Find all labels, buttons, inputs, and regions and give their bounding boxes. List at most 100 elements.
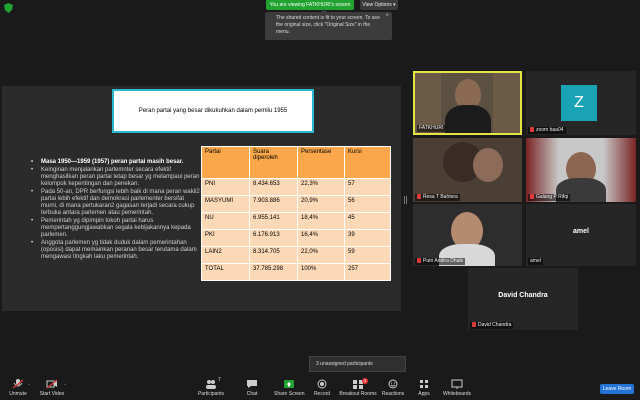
avatar: Z <box>561 85 597 121</box>
start-video-button[interactable]: Start Video <box>38 379 66 397</box>
muted-mic-icon <box>417 194 421 199</box>
video-tile-david[interactable]: David Chandra David Chandra <box>468 268 578 330</box>
table-cell: 7.903.886 <box>249 195 298 213</box>
table-cell: 59 <box>344 246 391 264</box>
muted-mic-icon <box>472 322 476 327</box>
table-cell: TOTAL <box>201 263 250 281</box>
chevron-up-icon[interactable]: ^ <box>64 382 66 387</box>
election-results-table: Partai Suara diperoleh Persentase Kursi … <box>201 146 391 281</box>
zoom-meeting-window: You are viewing FATKHURI's screen View O… <box>0 0 640 400</box>
table-cell: 45 <box>344 212 391 230</box>
participants-button[interactable]: Participants <box>196 379 226 397</box>
bullet-item: Masa 1950—1959 (1957) peran partai masih… <box>31 159 202 166</box>
video-tile-galang[interactable]: Galang P Rifqi <box>526 138 636 202</box>
muted-mic-icon <box>12 379 24 389</box>
slide-bullets: Masa 1950—1959 (1957) peran partai masih… <box>31 159 202 262</box>
screen-share-banner: You are viewing FATKHURI's screen <box>266 0 354 10</box>
video-tile-putri[interactable]: Putri Andira Dhabi <box>413 204 522 266</box>
table-row: LAIN2 8.314.705 22,0% 59 <box>201 246 391 264</box>
participant-name: David Chandra <box>470 322 514 329</box>
table-header-row: Partai Suara diperoleh Persentase Kursi <box>201 146 391 179</box>
table-cell: 22,3% <box>297 178 345 196</box>
record-button[interactable]: Record <box>310 379 334 397</box>
view-options-button[interactable]: View Options ▾ <box>360 0 398 10</box>
table-cell: 22,0% <box>297 246 345 264</box>
fit-to-screen-tooltip: The shared content is fit to your screen… <box>265 9 392 40</box>
reactions-button[interactable]: Reactions <box>380 379 406 397</box>
table-cell: PKI <box>201 229 250 247</box>
table-cell: 56 <box>344 195 391 213</box>
table-cell: MASYUMI <box>201 195 250 213</box>
participant-name: Galang P Rifqi <box>528 194 571 201</box>
bullet-item: Anggota parlemen yg tidak duduk dalam pe… <box>31 240 202 261</box>
participant-name: zoom baa04 <box>528 127 566 134</box>
column-header: Kursi <box>344 146 391 179</box>
participant-display-name: amel <box>573 228 589 235</box>
shared-screen-slide: Peran partai yang besar dikukuhkan dalam… <box>2 86 401 311</box>
participant-name: Putri Andira Dhabi <box>415 258 466 265</box>
participant-name: Resa T Bahtera <box>415 194 460 201</box>
participant-name: amel <box>528 258 543 265</box>
table-row: PNI 8.434.653 22,3% 57 <box>201 178 391 196</box>
panel-resize-handle[interactable] <box>404 196 407 204</box>
leave-room-button[interactable]: Leave Room <box>600 384 634 394</box>
table-cell: 8.314.705 <box>249 246 298 264</box>
table-cell: 39 <box>344 229 391 247</box>
video-tile-amel[interactable]: amel amel <box>526 204 636 266</box>
breakout-rooms-button[interactable]: Breakout Rooms <box>338 379 378 397</box>
video-tile-zoom-baa04[interactable]: Z zoom baa04 <box>526 71 636 135</box>
column-header: Partai <box>201 146 250 179</box>
video-off-icon <box>46 379 58 389</box>
table-cell: NU <box>201 212 250 230</box>
video-tile-resa[interactable]: Resa T Bahtera <box>413 138 522 202</box>
muted-mic-icon <box>530 194 534 199</box>
whiteboards-button[interactable]: Whiteboards <box>442 379 472 397</box>
meeting-toolbar: Unmute ^ Start Video ^ Participants 7 Ch… <box>0 376 640 400</box>
table-cell: 18,4% <box>297 212 345 230</box>
close-icon[interactable]: × <box>385 13 389 20</box>
slide-title: Peran partai yang besar dikukuhkan dalam… <box>112 89 314 133</box>
column-header: Persentase <box>297 146 345 179</box>
participants-count: 7 <box>218 377 221 383</box>
apps-icon <box>420 380 428 388</box>
table-cell: 57 <box>344 178 391 196</box>
table-cell: 257 <box>344 263 391 281</box>
table-cell: PNI <box>201 178 250 196</box>
breakout-badge: 3 <box>362 378 368 384</box>
muted-mic-icon <box>417 258 421 263</box>
table-cell: 16,4% <box>297 229 345 247</box>
whiteboard-icon <box>451 379 463 389</box>
chat-button[interactable]: Chat <box>242 379 262 397</box>
record-icon <box>317 379 327 389</box>
bullet-item: Pada 50-an, DPR berfungsi lebih baik di … <box>31 189 202 217</box>
share-screen-button[interactable]: Share Screen <box>274 379 305 397</box>
apps-button[interactable]: Apps <box>414 379 434 397</box>
column-header: Suara diperoleh <box>249 146 298 179</box>
table-cell: 37.785.298 <box>249 263 298 281</box>
table-row: MASYUMI 7.903.886 20,9% 56 <box>201 195 391 213</box>
table-cell: 6.955.141 <box>249 212 298 230</box>
table-cell: LAIN2 <box>201 246 250 264</box>
tooltip-text: The shared content is fit to your screen… <box>276 15 380 35</box>
table-row: PKI 6.176.913 16,4% 39 <box>201 229 391 247</box>
table-cell: 6.176.913 <box>249 229 298 247</box>
chevron-up-icon[interactable]: ^ <box>28 382 30 387</box>
participant-name: FATKHURI <box>417 125 446 132</box>
participant-display-name: David Chandra <box>498 292 548 299</box>
table-cell: 20,9% <box>297 195 345 213</box>
video-tile-fatkhuri[interactable]: FATKHURI <box>413 71 522 135</box>
participants-icon <box>206 380 216 389</box>
unassigned-participants-notice[interactable]: 3 unassigned participants <box>309 356 406 372</box>
table-cell: 8.434.653 <box>249 178 298 196</box>
share-screen-icon <box>284 380 294 388</box>
table-row: NU 6.955.141 18,4% 45 <box>201 212 391 230</box>
chat-icon <box>247 380 257 388</box>
smiley-icon <box>388 379 398 389</box>
table-cell: 100% <box>297 263 345 281</box>
table-row: TOTAL 37.785.298 100% 257 <box>201 263 391 281</box>
bullet-item: Keinginan menjalankan parlemnter secara … <box>31 167 202 188</box>
unmute-button[interactable]: Unmute <box>6 379 30 397</box>
bullet-item: Pemerintah yg dipimpin tokoh partai haru… <box>31 218 202 239</box>
security-shield-icon[interactable] <box>4 3 13 13</box>
muted-mic-icon <box>530 127 534 132</box>
